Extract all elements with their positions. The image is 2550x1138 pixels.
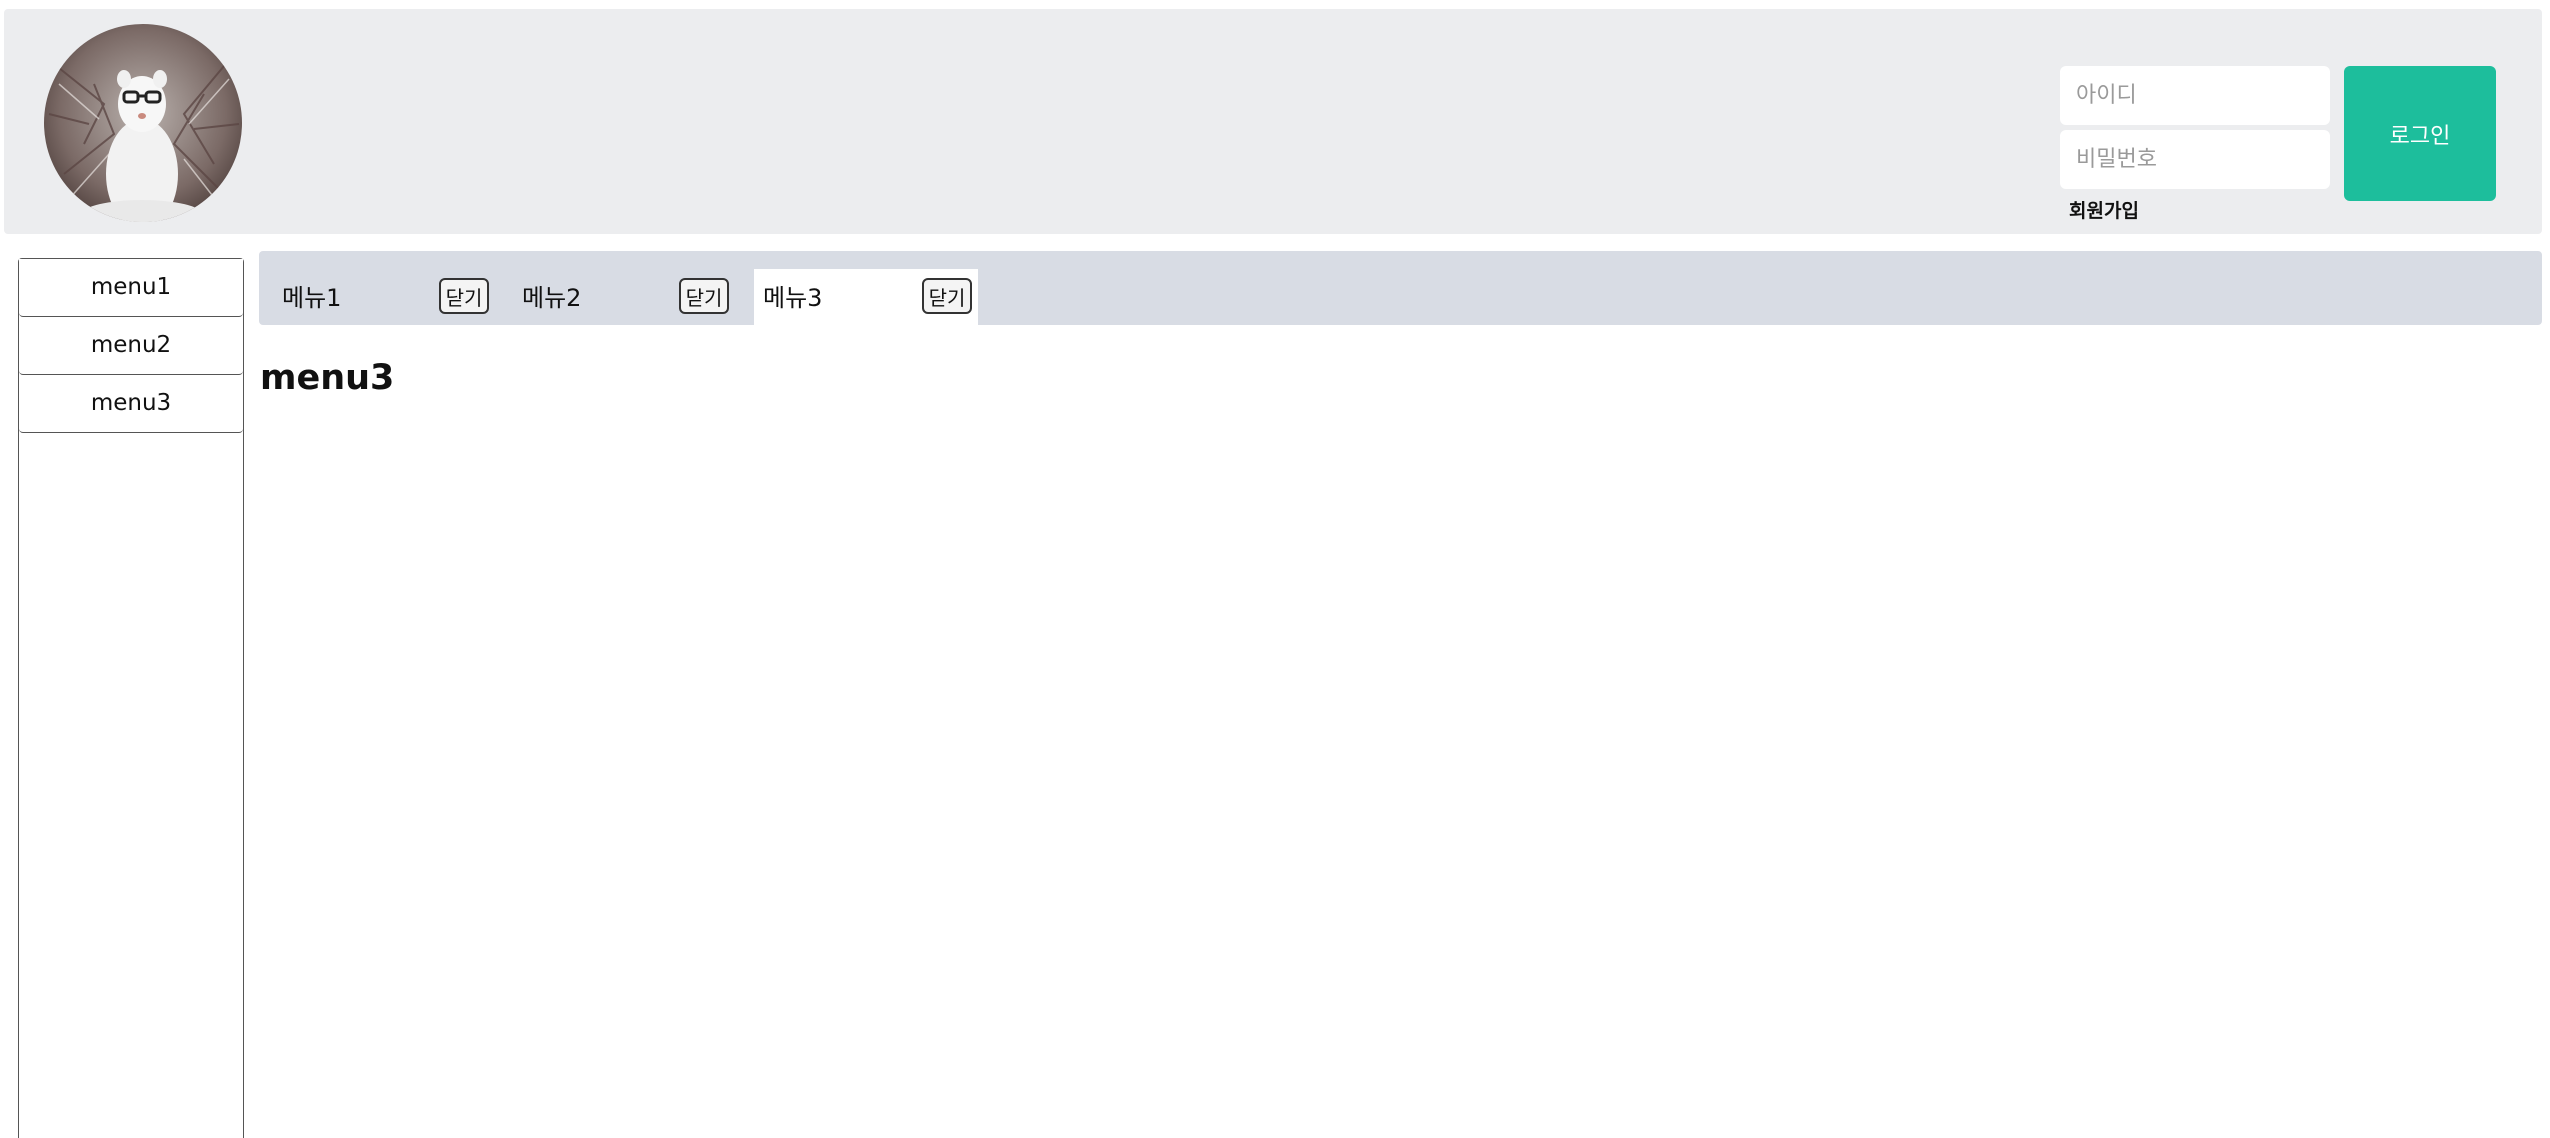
id-input[interactable] — [2060, 66, 2330, 125]
page-title: menu3 — [260, 358, 395, 398]
tab-label[interactable]: 메뉴3 — [763, 278, 822, 313]
tab-label[interactable]: 메뉴2 — [522, 278, 581, 313]
password-input[interactable] — [2060, 130, 2330, 189]
avatar — [44, 24, 242, 222]
tab-label[interactable]: 메뉴1 — [282, 278, 341, 313]
sidebar-item-menu1[interactable]: menu1 — [19, 259, 243, 317]
tab-menu2[interactable]: 메뉴2 닫기 — [499, 269, 729, 325]
tab-close-button[interactable]: 닫기 — [922, 278, 972, 314]
signup-link[interactable]: 회원가입 — [2069, 196, 2139, 223]
sidebar: menu1 menu2 menu3 — [18, 258, 244, 1138]
login-button[interactable]: 로그인 — [2344, 66, 2496, 201]
header: 회원가입 로그인 — [4, 9, 2542, 234]
tab-menu3[interactable]: 메뉴3 닫기 — [754, 269, 978, 325]
tab-close-button[interactable]: 닫기 — [439, 278, 489, 314]
page: 회원가입 로그인 menu1 menu2 menu3 메뉴1 닫기 메뉴2 닫기… — [0, 0, 2550, 1138]
login-form: 회원가입 로그인 — [2060, 56, 2500, 226]
tab-bar: 메뉴1 닫기 메뉴2 닫기 메뉴3 닫기 — [259, 251, 2542, 325]
tab-menu1[interactable]: 메뉴1 닫기 — [259, 269, 489, 325]
avatar-image — [44, 24, 242, 222]
sidebar-item-menu3[interactable]: menu3 — [19, 375, 243, 433]
tab-close-button[interactable]: 닫기 — [679, 278, 729, 314]
sidebar-item-menu2[interactable]: menu2 — [19, 317, 243, 375]
